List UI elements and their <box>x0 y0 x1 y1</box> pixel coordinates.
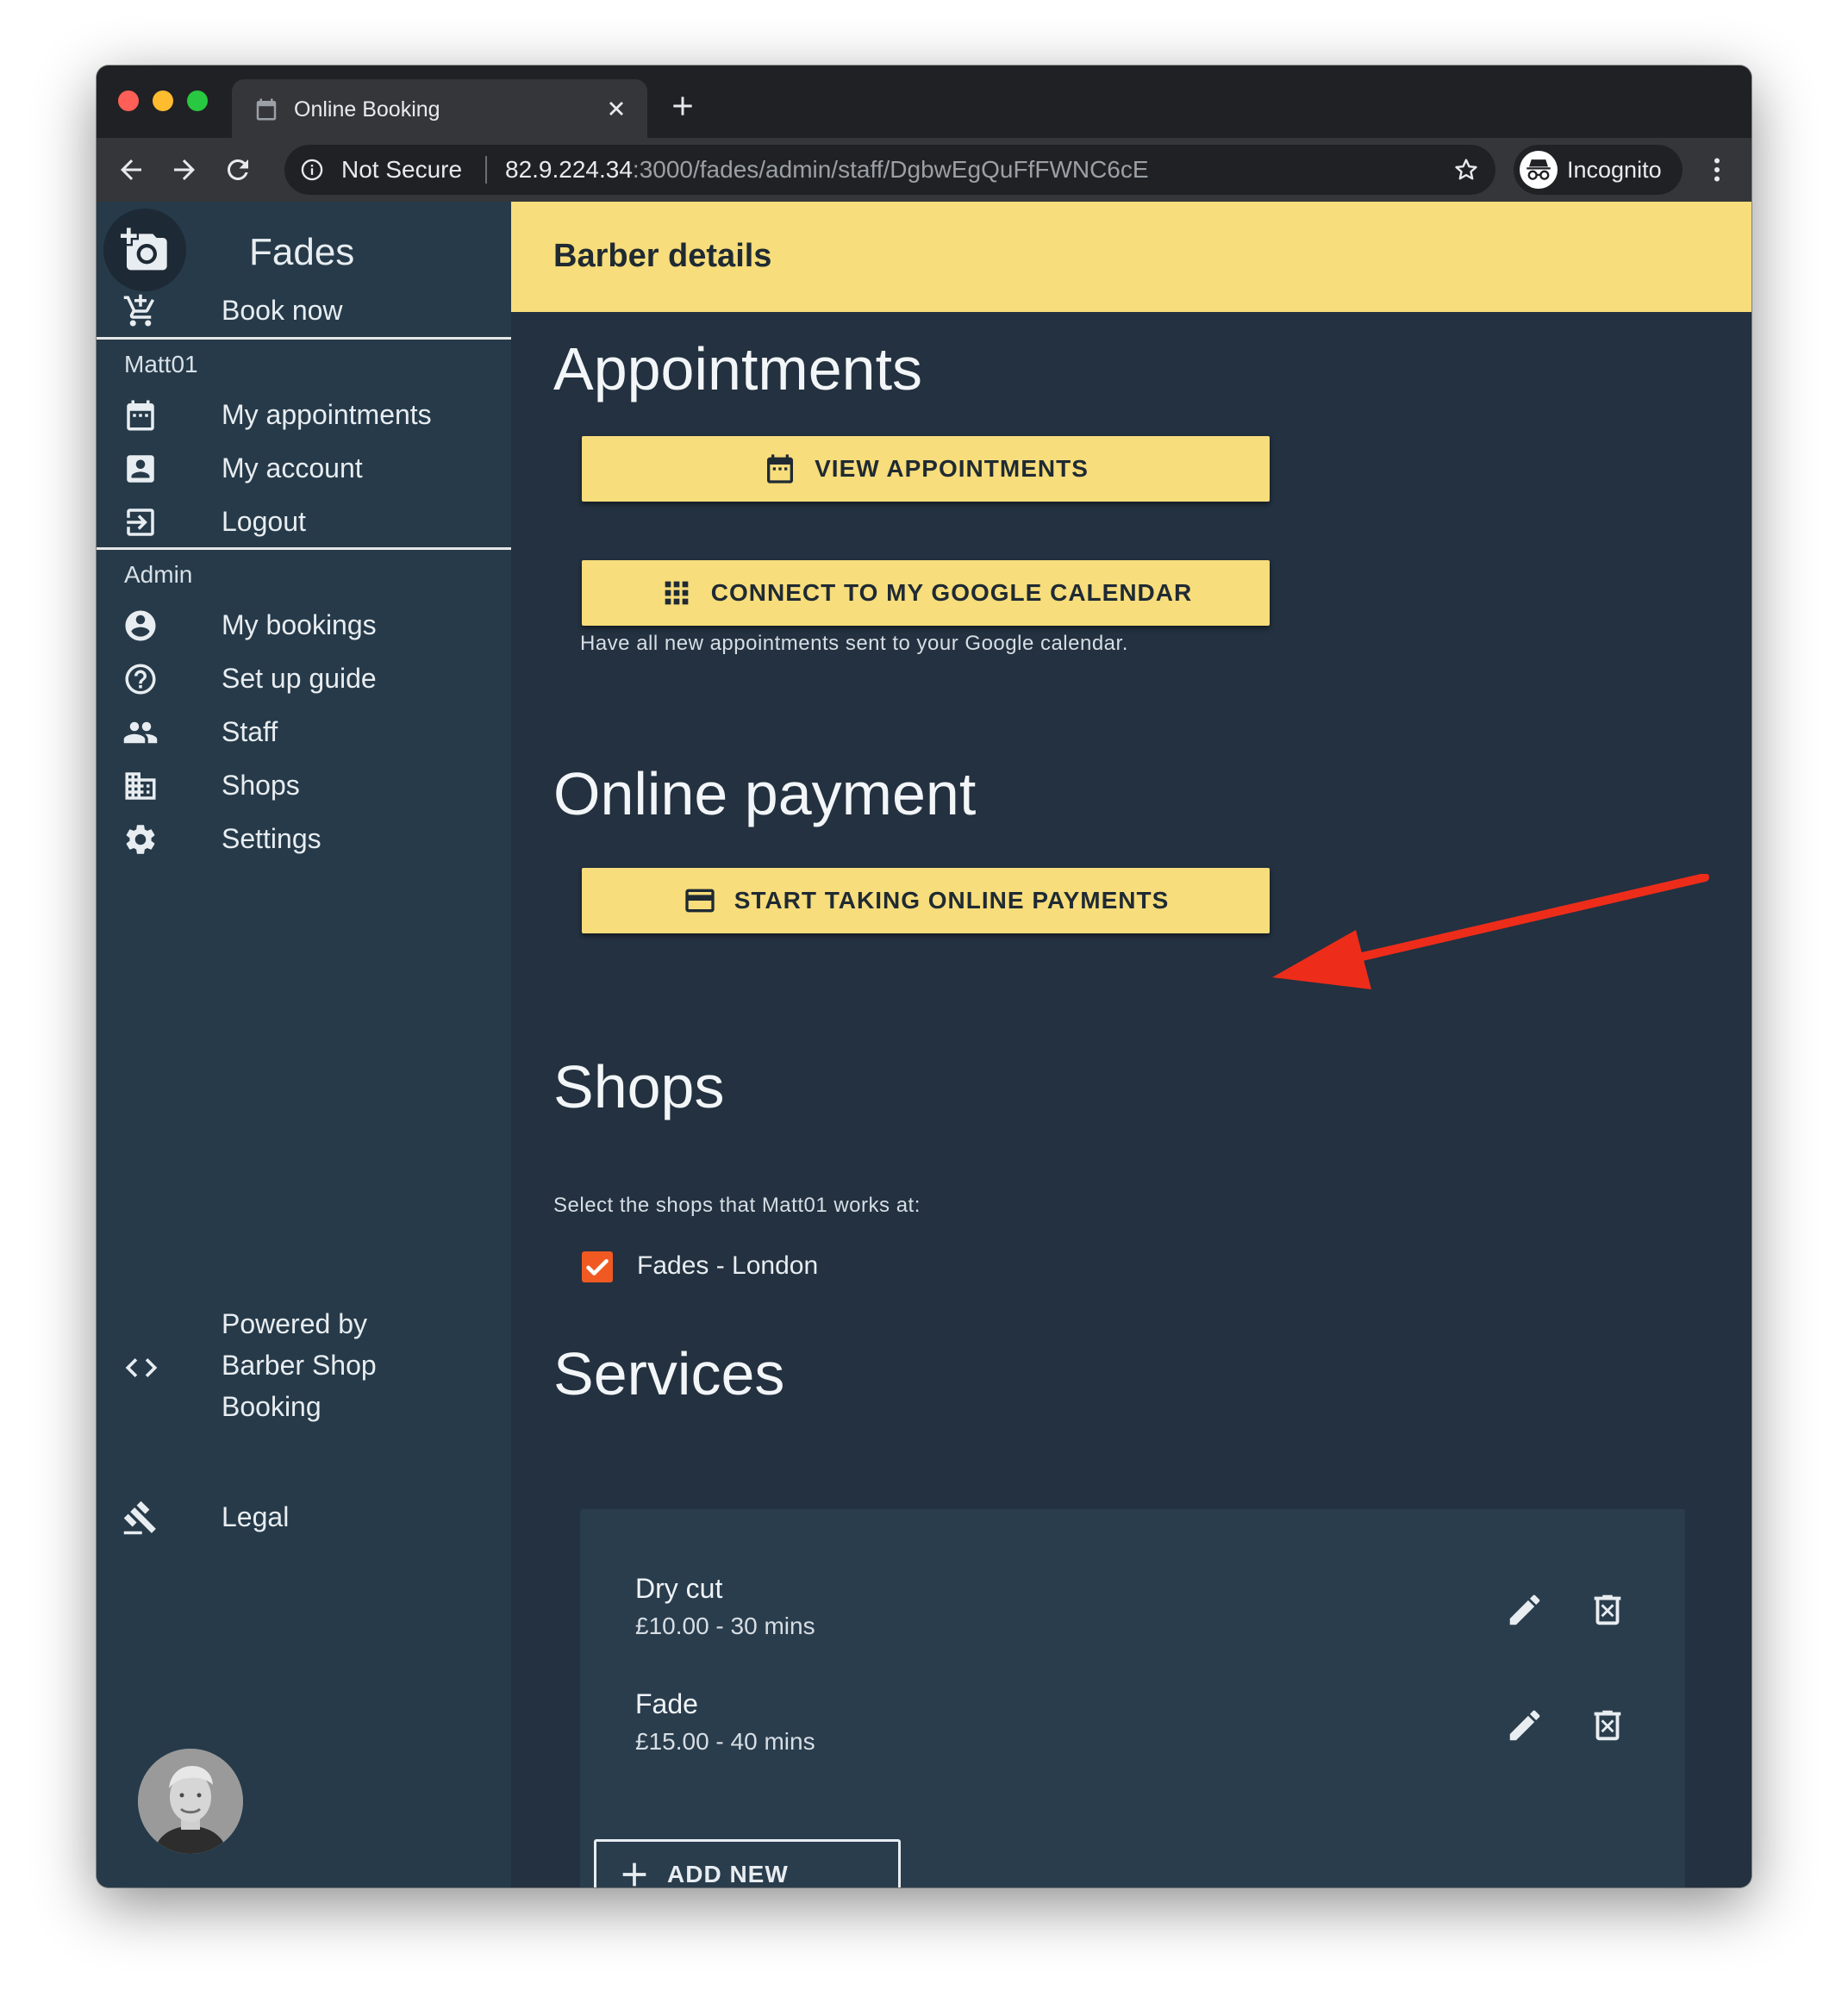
start-online-payments-label: START TAKING ONLINE PAYMENTS <box>734 887 1170 914</box>
account-circle-icon <box>125 610 156 641</box>
add-new-service-label: ADD NEW SERVICE <box>667 1861 789 1887</box>
delete-icon[interactable] <box>1588 1706 1627 1745</box>
info-icon[interactable] <box>300 158 324 182</box>
online-payment-heading: Online payment <box>553 760 977 827</box>
add-new-service-button[interactable]: ADD NEW SERVICE <box>594 1839 901 1887</box>
edit-pencil-icon[interactable] <box>1505 1706 1545 1745</box>
calendar-icon <box>767 454 794 483</box>
gear-icon <box>126 825 155 854</box>
url-text[interactable]: 82.9.224.34:3000/fades/admin/staff/DgbwE… <box>505 156 1149 184</box>
nav-my-bookings-label: My bookings <box>222 609 377 640</box>
sidebar-divider <box>97 337 511 340</box>
security-status[interactable]: Not Secure <box>341 156 462 184</box>
browser-toolbar: Not Secure 82.9.224.34:3000/fades/admin/… <box>97 138 1751 202</box>
user-section-label: Matt01 <box>124 351 198 377</box>
nav-settings[interactable]: Settings <box>97 804 511 873</box>
page-title: Barber details <box>553 238 772 274</box>
delete-icon[interactable] <box>1588 1590 1627 1630</box>
page-header: Barber details <box>511 202 1751 312</box>
nav-powered-by[interactable]: Powered by Barber Shop Booking <box>97 1303 511 1432</box>
address-bar[interactable]: Not Secure 82.9.224.34:3000/fades/admin/… <box>284 145 1495 195</box>
appointments-heading: Appointments <box>553 335 923 402</box>
url-path: :3000/fades/admin/staff/DgbwEgQuFfFWNC6c… <box>632 156 1149 183</box>
incognito-profile-button[interactable]: Incognito <box>1514 145 1683 195</box>
minimize-window-button[interactable] <box>153 90 173 111</box>
checkmark-icon <box>586 1259 609 1276</box>
service-price: £15.00 - 40 mins <box>635 1728 815 1755</box>
nav-shops-label: Shops <box>222 770 300 801</box>
browser-menu-icon[interactable] <box>1701 154 1732 185</box>
nav-staff-label: Staff <box>222 716 278 747</box>
service-item: Dry cut £10.00 - 30 mins <box>635 1571 1626 1666</box>
shop-checkbox-label[interactable]: Fades - London <box>637 1250 818 1282</box>
browser-tab[interactable]: Online Booking <box>232 79 647 138</box>
tab-title: Online Booking <box>294 97 440 122</box>
service-name: Fade <box>635 1688 698 1719</box>
address-separator <box>485 156 487 184</box>
nav-my-appointments-label: My appointments <box>222 399 432 430</box>
back-arrow-icon[interactable] <box>116 154 147 185</box>
shops-subtitle: Select the shops that Matt01 works at: <box>553 1194 921 1217</box>
nav-my-account-label: My account <box>222 452 363 483</box>
nav-settings-label: Settings <box>222 823 322 854</box>
plus-icon <box>622 1862 646 1887</box>
annotation-arrow-icon <box>1272 874 1709 989</box>
sidebar: Fades Book now Matt01 My appointments My… <box>97 202 511 1887</box>
services-heading: Services <box>553 1340 785 1407</box>
credit-card-icon <box>685 889 715 913</box>
service-price: £10.00 - 30 mins <box>635 1613 815 1639</box>
brand-title: Fades <box>249 231 355 273</box>
incognito-label: Incognito <box>1567 157 1662 183</box>
browser-window: Online Booking Not Secure 82.9.224.34:30… <box>97 66 1751 1887</box>
calendar-icon <box>127 400 154 431</box>
nav-legal-label: Legal <box>222 1501 290 1532</box>
logout-icon <box>127 508 154 536</box>
nav-book-now-label: Book now <box>222 295 343 326</box>
main-content: Barber details Appointments VIEW APPOINT… <box>511 202 1751 1887</box>
tab-strip: Online Booking <box>97 66 1751 138</box>
shops-heading: Shops <box>553 1053 725 1120</box>
user-avatar-image <box>138 1749 243 1854</box>
reload-icon[interactable] <box>222 154 253 185</box>
connect-google-calendar-button[interactable]: CONNECT TO MY GOOGLE CALENDAR <box>582 560 1270 626</box>
shop-checkbox[interactable] <box>582 1251 613 1282</box>
nav-logout[interactable]: Logout <box>97 487 511 556</box>
nav-book-now[interactable]: Book now <box>97 276 511 345</box>
services-card: Dry cut £10.00 - 30 mins Fade £15.00 - 4… <box>580 1509 1685 1887</box>
sidebar-divider <box>97 547 511 550</box>
powered-by-label: Powered by Barber Shop Booking <box>222 1308 377 1422</box>
bookmark-star-icon[interactable] <box>1452 156 1480 184</box>
people-icon <box>123 721 158 744</box>
edit-pencil-icon[interactable] <box>1505 1590 1545 1630</box>
account-box-icon <box>127 455 154 483</box>
calendar-favicon-icon <box>256 98 277 121</box>
nav-logout-label: Logout <box>222 506 306 537</box>
apps-grid-icon <box>665 581 689 605</box>
nav-set-up-guide-label: Set up guide <box>222 663 377 694</box>
forward-arrow-icon[interactable] <box>169 154 200 185</box>
google-calendar-help-text: Have all new appointments sent to your G… <box>580 632 1128 655</box>
start-online-payments-button[interactable]: START TAKING ONLINE PAYMENTS <box>582 868 1270 933</box>
building-icon <box>125 772 156 800</box>
service-name: Dry cut <box>635 1573 723 1604</box>
admin-section-label: Admin <box>124 561 193 588</box>
user-avatar[interactable] <box>138 1749 243 1854</box>
add-shopping-cart-icon <box>123 294 155 327</box>
help-icon <box>125 664 156 695</box>
code-icon <box>125 1358 158 1377</box>
maximize-window-button[interactable] <box>187 90 208 111</box>
nav-legal[interactable]: Legal <box>97 1482 511 1551</box>
close-window-button[interactable] <box>118 90 139 111</box>
view-appointments-button[interactable]: VIEW APPOINTMENTS <box>582 436 1270 502</box>
add-a-photo-icon <box>121 228 167 271</box>
url-host: 82.9.224.34 <box>505 156 633 183</box>
connect-google-calendar-label: CONNECT TO MY GOOGLE CALENDAR <box>710 579 1193 606</box>
view-appointments-label: VIEW APPOINTMENTS <box>815 455 1089 482</box>
close-tab-icon[interactable] <box>604 97 628 121</box>
incognito-icon <box>1520 151 1558 189</box>
new-tab-icon[interactable] <box>669 92 696 120</box>
gavel-icon <box>123 1500 156 1535</box>
service-item: Fade £15.00 - 40 mins <box>635 1687 1626 1781</box>
